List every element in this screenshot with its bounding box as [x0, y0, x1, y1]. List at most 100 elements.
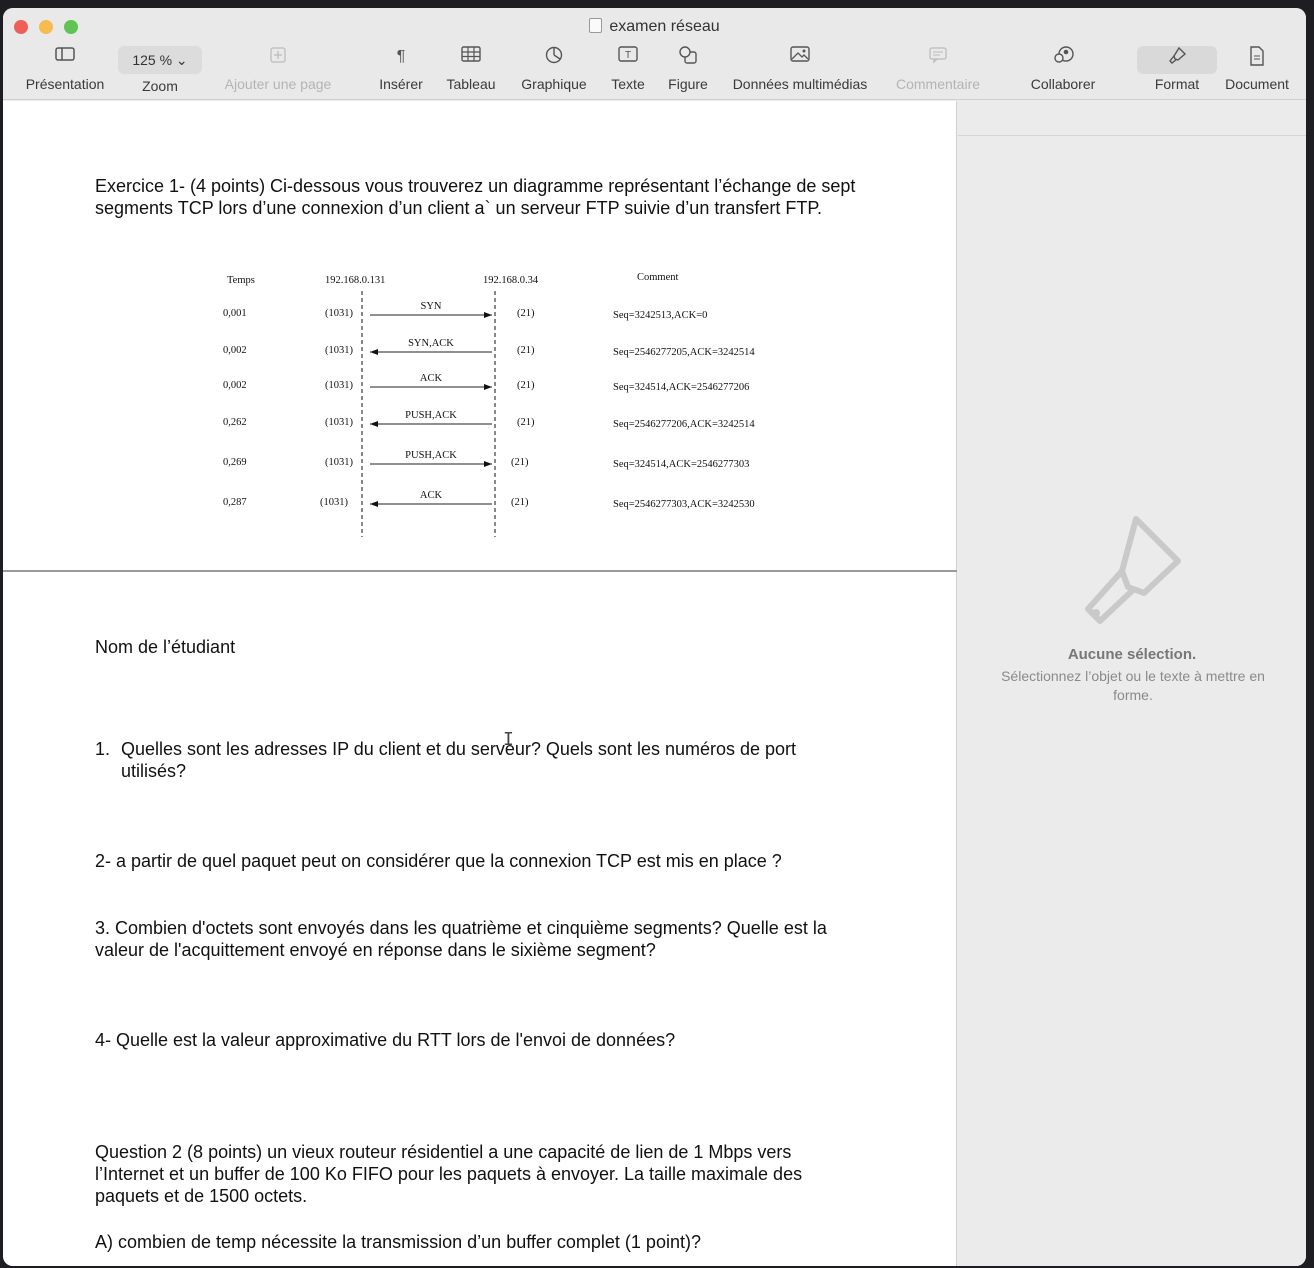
row-server-port: (21) — [517, 308, 535, 319]
collaborate-icon — [1053, 46, 1074, 68]
question-2a[interactable]: A) combien de temp nécessite la transmis… — [95, 1231, 885, 1253]
row-time: 0,002 — [223, 380, 247, 391]
document-icon — [589, 18, 603, 33]
photo-icon — [790, 46, 810, 68]
chart-button[interactable]: Graphique — [515, 46, 593, 92]
media-button[interactable]: Données multimédias — [725, 46, 875, 92]
exercise-1-text[interactable]: Exercice 1- (4 points) Ci-dessous vous t… — [95, 175, 885, 219]
row-server-port: (21) — [511, 457, 529, 468]
no-selection-hint: Sélectionnez l’objet ou le texte à mettr… — [1001, 668, 1265, 703]
text-box-icon: T — [618, 46, 638, 68]
row-time: 0,269 — [223, 457, 247, 468]
question-1[interactable]: 1. Quelles sont les adresses IP du clien… — [95, 738, 885, 782]
segment-arrow-head — [370, 421, 378, 427]
row-client-port: (1031) — [325, 308, 353, 319]
segment-label: SYN — [420, 301, 441, 312]
zoom-select[interactable]: 125 % ⌄ — [118, 46, 202, 74]
insert-label: Insérer — [379, 76, 423, 92]
zoom-label: Zoom — [142, 78, 178, 94]
chevron-down-icon: ⌄ — [175, 52, 188, 68]
comment-label: Commentaire — [895, 76, 981, 92]
question-2[interactable]: 2- a partir de quel paquet peut on consi… — [95, 850, 885, 872]
segment-arrow-head — [370, 349, 378, 355]
segment-arrow-head — [484, 384, 492, 390]
collaborate-label: Collaborer — [1030, 76, 1096, 92]
header-time: Temps — [227, 275, 255, 286]
segment-label: SYN,ACK — [408, 338, 454, 349]
shape-icon — [678, 46, 698, 68]
presentation-button[interactable]: Présentation — [15, 46, 115, 92]
header-server-ip: 192.168.0.34 — [483, 275, 539, 286]
format-sidebar: Aucune sélection. Sélectionnez l’objet o… — [958, 101, 1306, 1266]
tcp-exchange-diagram: Temps 192.168.0.131 192.168.0.34 Comment 0,0… — [223, 272, 755, 537]
row-comment: Seq=324514,ACK=2546277303 — [613, 459, 749, 470]
media-label: Données multimédias — [732, 76, 868, 92]
row-time: 0,262 — [223, 417, 247, 428]
window-title: examen réseau — [3, 18, 1306, 36]
row-client-port: (1031) — [325, 457, 353, 468]
paintbrush-icon — [1167, 46, 1187, 68]
table-button[interactable]: Tableau — [441, 46, 501, 92]
collaborate-button[interactable]: Collaborer — [1021, 46, 1105, 92]
row-comment: Seq=2546277206,ACK=3242514 — [613, 419, 755, 430]
no-selection-title: Aucune sélection. — [1067, 646, 1197, 663]
text-label: Texte — [611, 76, 645, 92]
document-icon — [1247, 46, 1267, 68]
row-comment: Seq=2546277303,ACK=3242530 — [613, 499, 755, 510]
segment-label: PUSH,ACK — [405, 450, 457, 461]
segment-arrow-head — [484, 312, 492, 318]
sidebar-icon — [55, 46, 75, 68]
student-name-label[interactable]: Nom de l’étudiant — [95, 636, 885, 658]
row-comment: Seq=2546277205,ACK=3242514 — [613, 347, 755, 358]
question-4[interactable]: 4- Quelle est la valeur approximative du… — [95, 1029, 885, 1051]
chart-icon — [544, 46, 564, 68]
segment-arrow-head — [370, 501, 378, 507]
row-client-port: (1031) — [325, 380, 353, 391]
row-client-port: (1031) — [325, 345, 353, 356]
paintbrush-icon — [1078, 513, 1188, 634]
add-page-button[interactable]: Ajouter une page — [213, 46, 343, 92]
row-server-port: (21) — [517, 380, 535, 391]
add-page-label: Ajouter une page — [224, 76, 332, 92]
question-2-section[interactable]: Question 2 (8 points) un vieux routeur r… — [95, 1141, 865, 1207]
row-comment: Seq=324514,ACK=2546277206 — [613, 382, 749, 393]
sidebar-divider — [958, 135, 1306, 136]
shape-label: Figure — [668, 76, 708, 92]
table-icon — [461, 46, 481, 68]
title-toolbar: examen réseau Présentation 125 % ⌄ Zoom … — [3, 8, 1306, 100]
row-server-port: (21) — [511, 497, 529, 508]
insert-button[interactable]: ¶ Insérer — [371, 46, 431, 92]
question-1-number: 1. — [95, 739, 111, 759]
row-server-port: (21) — [517, 345, 535, 356]
header-comment: Comment — [637, 272, 678, 283]
presentation-label: Présentation — [25, 76, 105, 92]
text-button[interactable]: T Texte — [603, 46, 653, 92]
document-label: Document — [1225, 76, 1289, 92]
document-canvas[interactable]: Exercice 1- (4 points) Ci-dessous vous t… — [3, 101, 957, 1266]
format-button[interactable]: Format — [1137, 46, 1217, 92]
row-time: 0,287 — [223, 497, 247, 508]
question-1-text: Quelles sont les adresses IP du client e… — [121, 739, 797, 781]
add-page-icon — [268, 46, 288, 68]
segment-label: ACK — [420, 373, 443, 384]
pages-window: examen réseau Présentation 125 % ⌄ Zoom … — [3, 8, 1306, 1266]
row-comment: Seq=3242513,ACK=0 — [613, 310, 707, 321]
comment-button[interactable]: Commentaire — [889, 46, 987, 92]
format-label: Format — [1154, 76, 1200, 92]
segment-label: ACK — [420, 490, 443, 501]
pilcrow-icon: ¶ — [396, 48, 406, 65]
question-3[interactable]: 3. Combien d'octets sont envoyés dans le… — [95, 917, 875, 961]
text-cursor-icon: I — [503, 729, 514, 750]
shape-button[interactable]: Figure — [661, 46, 715, 92]
header-client-ip: 192.168.0.131 — [325, 275, 385, 286]
zoom-value: 125 % — [132, 52, 173, 68]
page-break — [3, 570, 957, 572]
row-client-port: (1031) — [320, 497, 348, 508]
comment-icon — [928, 46, 948, 68]
document-button[interactable]: Document — [1219, 46, 1295, 92]
svg-text:T: T — [625, 50, 631, 61]
table-label: Tableau — [446, 76, 496, 92]
row-client-port: (1031) — [325, 417, 353, 428]
row-time: 0,001 — [223, 308, 247, 319]
window-title-text: examen réseau — [609, 18, 720, 35]
